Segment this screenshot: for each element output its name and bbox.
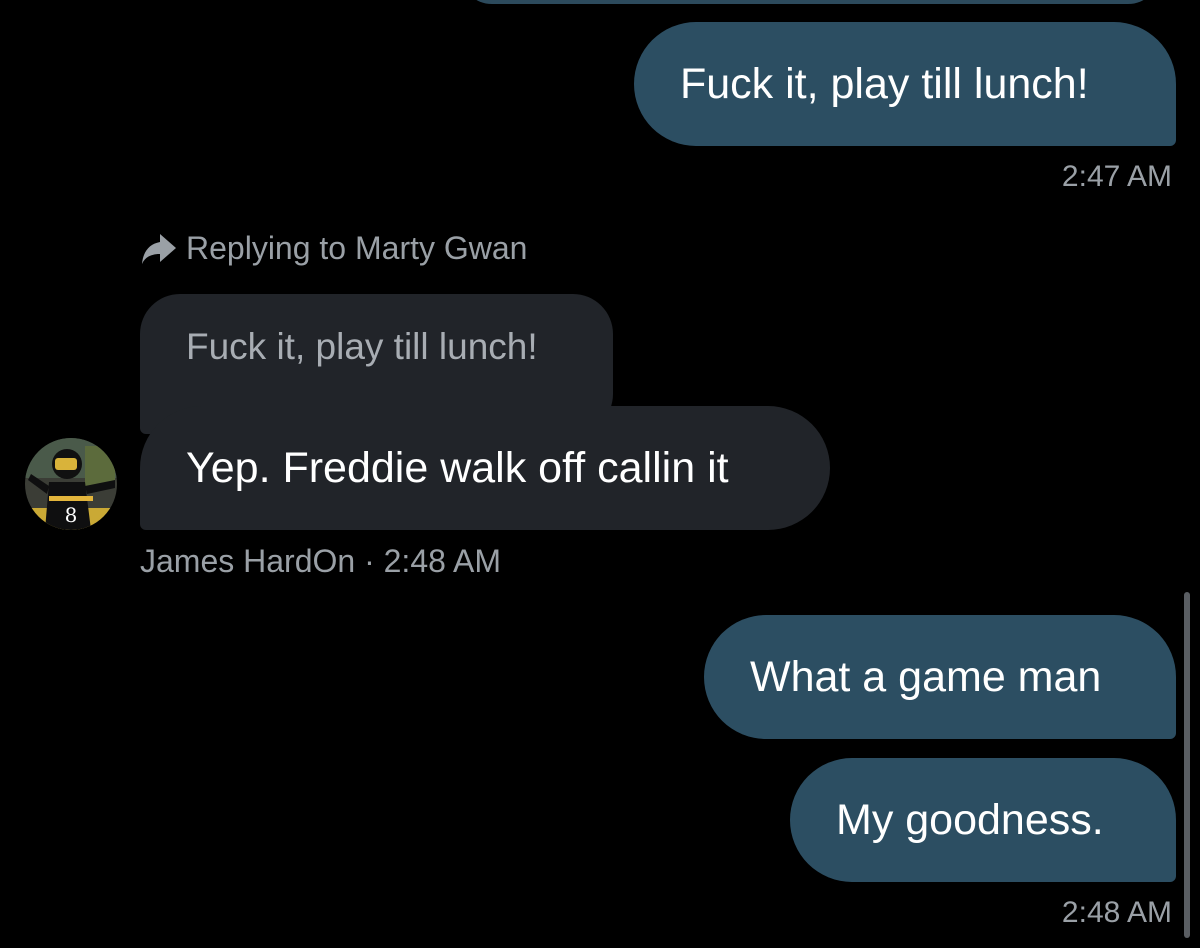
avatar-image: 8: [25, 438, 117, 530]
previous-message-bubble: [460, 0, 1160, 4]
outgoing-message-bubble[interactable]: What a game man: [704, 615, 1176, 739]
reply-context[interactable]: Replying to Marty Gwan: [140, 230, 527, 267]
meta-separator: ·: [364, 543, 375, 579]
reply-arrow-icon: [142, 233, 176, 264]
sender-name[interactable]: James HardOn: [140, 543, 355, 579]
quoted-message-text: Fuck it, play till lunch!: [186, 326, 538, 367]
message-timestamp: 2:48 AM: [383, 543, 502, 579]
replying-to-label: Replying to Marty Gwan: [186, 230, 528, 266]
message-timestamp: 2:48 AM: [1061, 896, 1172, 929]
message-timestamp: 2:47 AM: [1061, 160, 1172, 193]
avatar[interactable]: 8: [25, 438, 117, 530]
outgoing-message-bubble[interactable]: My goodness.: [790, 758, 1176, 882]
message-meta: James HardOn · 2:48 AM: [140, 543, 501, 580]
message-text: What a game man: [750, 652, 1102, 701]
message-text: Yep. Freddie walk off callin it: [186, 443, 729, 492]
outgoing-message-bubble[interactable]: Fuck it, play till lunch!: [634, 22, 1176, 146]
scrollbar[interactable]: [1184, 592, 1190, 938]
message-text: My goodness.: [836, 795, 1104, 844]
message-text: Fuck it, play till lunch!: [680, 59, 1089, 108]
jersey-number: 8: [65, 503, 78, 527]
incoming-message-bubble[interactable]: Yep. Freddie walk off callin it: [140, 406, 830, 530]
